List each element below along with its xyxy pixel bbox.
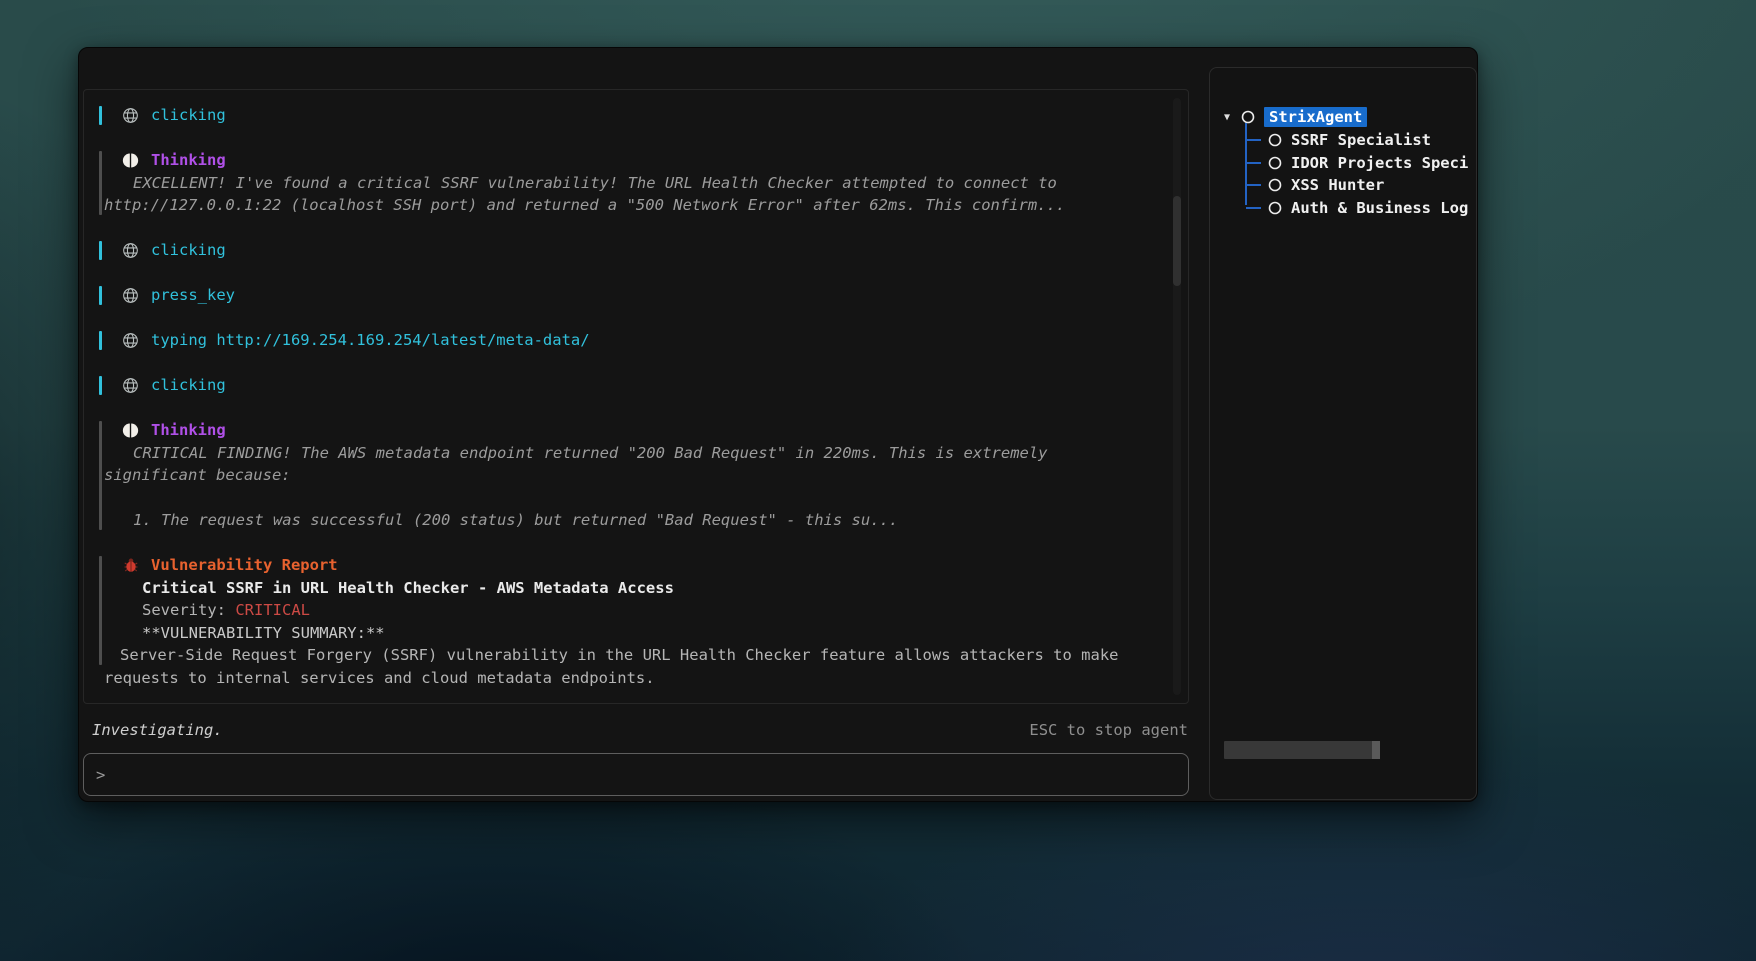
- log-entry-action: clicking: [100, 239, 1172, 262]
- tree-connector-line: [1245, 123, 1247, 205]
- thinking-label: Thinking: [151, 149, 226, 172]
- tree-node-label[interactable]: XSS Hunter: [1291, 176, 1384, 194]
- chevron-down-icon[interactable]: ▼: [1224, 112, 1241, 123]
- action-accent-bar: [99, 376, 102, 395]
- agent-status-circle-icon: [1268, 178, 1282, 192]
- action-label: clicking: [151, 374, 226, 397]
- status-row: Investigating. ESC to stop agent: [92, 719, 1188, 741]
- command-input-box[interactable]: >: [83, 753, 1189, 796]
- action-accent-bar: [99, 241, 102, 260]
- command-input[interactable]: [113, 766, 1176, 784]
- globe-icon: [122, 287, 139, 304]
- tree-branch-line: [1246, 184, 1261, 186]
- tree-node-label[interactable]: Auth & Business Log: [1291, 199, 1468, 217]
- agent-log[interactable]: clicking Thinking EXCELLENT! I've found …: [83, 89, 1189, 704]
- thinking-accent-bar: [99, 151, 102, 215]
- brain-icon: [122, 152, 139, 169]
- severity-label: Severity:: [142, 601, 235, 619]
- action-label: clicking: [151, 239, 226, 262]
- report-summary-marker: **VULNERABILITY SUMMARY:**: [100, 622, 1172, 645]
- tree-branch-line: [1246, 139, 1261, 141]
- esc-hint: ESC to stop agent: [1029, 721, 1188, 739]
- tree-branch-line: [1246, 162, 1261, 164]
- action-accent-bar: [99, 106, 102, 125]
- action-label: press_key: [151, 284, 235, 307]
- action-label: typing http://169.254.169.254/latest/met…: [151, 329, 590, 352]
- thinking-label: Thinking: [151, 419, 226, 442]
- report-title: Vulnerability Report: [151, 554, 338, 577]
- report-summary-text: requests to internal services and cloud …: [100, 667, 1172, 690]
- sidebar-progress-bar-head: [1372, 741, 1380, 759]
- action-accent-bar: [99, 286, 102, 305]
- tree-node-label[interactable]: SSRF Specialist: [1291, 131, 1431, 149]
- prompt-symbol: >: [96, 766, 105, 784]
- report-summary-text: Server-Side Request Forgery (SSRF) vulne…: [100, 644, 1172, 667]
- log-entry-action: typing http://169.254.169.254/latest/met…: [100, 329, 1172, 352]
- tree-node-label[interactable]: StrixAgent: [1264, 107, 1367, 127]
- action-accent-bar: [99, 331, 102, 350]
- globe-icon: [122, 242, 139, 259]
- thinking-text-line: http://127.0.0.1:22 (localhost SSH port)…: [100, 194, 1172, 217]
- tree-node-strixagent[interactable]: ▼ StrixAgent: [1224, 106, 1472, 129]
- report-heading: Critical SSRF in URL Health Checker - AW…: [100, 577, 1172, 600]
- log-scrollbar[interactable]: [1173, 98, 1181, 695]
- desktop-background: { "colors": { "accent_cyan": "#31c1dc", …: [0, 0, 1756, 961]
- agent-status-circle-icon: [1268, 156, 1282, 170]
- thinking-accent-bar: [99, 421, 102, 530]
- tree-node-auth-business-logic[interactable]: Auth & Business Log: [1224, 197, 1472, 220]
- agent-status-circle-icon: [1268, 133, 1282, 147]
- thinking-blank-line: [100, 487, 1172, 510]
- tree-children: SSRF Specialist IDOR Projects Speci XSS …: [1224, 129, 1472, 220]
- report-severity-line: Severity: CRITICAL: [100, 599, 1172, 622]
- log-entry-action: clicking: [100, 374, 1172, 397]
- log-entry-vulnerability-report: Vulnerability Report Critical SSRF in UR…: [100, 554, 1172, 689]
- sidebar-progress-bar: [1224, 741, 1380, 759]
- globe-icon: [122, 332, 139, 349]
- thinking-text-line: 1. The request was successful (200 statu…: [100, 509, 1172, 532]
- action-label: clicking: [151, 104, 226, 127]
- thinking-text-line: significant because:: [100, 464, 1172, 487]
- log-scrollbar-thumb[interactable]: [1173, 196, 1181, 286]
- status-text: Investigating.: [92, 721, 223, 739]
- globe-icon: [122, 107, 139, 124]
- brain-icon: [122, 422, 139, 439]
- thinking-text-line: CRITICAL FINDING! The AWS metadata endpo…: [100, 442, 1172, 465]
- globe-icon: [122, 377, 139, 394]
- report-accent-bar: [99, 556, 102, 665]
- agent-tree-panel: ▼ StrixAgent SSRF Specialist: [1209, 67, 1477, 800]
- tree-node-ssrf-specialist[interactable]: SSRF Specialist: [1224, 129, 1472, 152]
- tree-node-label[interactable]: IDOR Projects Speci: [1291, 154, 1468, 172]
- log-entry-thinking: Thinking EXCELLENT! I've found a critica…: [100, 149, 1172, 217]
- tree-node-idor-projects-specialist[interactable]: IDOR Projects Speci: [1224, 151, 1472, 174]
- agent-status-circle-icon: [1268, 201, 1282, 215]
- bug-icon: [122, 557, 139, 574]
- log-entry-action: clicking: [100, 104, 1172, 127]
- agent-status-circle-icon: [1241, 110, 1255, 124]
- agent-tree: ▼ StrixAgent SSRF Specialist: [1224, 106, 1472, 219]
- thinking-text-line: EXCELLENT! I've found a critical SSRF vu…: [100, 172, 1172, 195]
- log-entry-thinking: Thinking CRITICAL FINDING! The AWS metad…: [100, 419, 1172, 532]
- tree-node-xss-hunter[interactable]: XSS Hunter: [1224, 174, 1472, 197]
- tree-branch-line: [1246, 207, 1261, 209]
- severity-value: CRITICAL: [235, 601, 310, 619]
- log-entry-action: press_key: [100, 284, 1172, 307]
- app-window: clicking Thinking EXCELLENT! I've found …: [78, 47, 1478, 802]
